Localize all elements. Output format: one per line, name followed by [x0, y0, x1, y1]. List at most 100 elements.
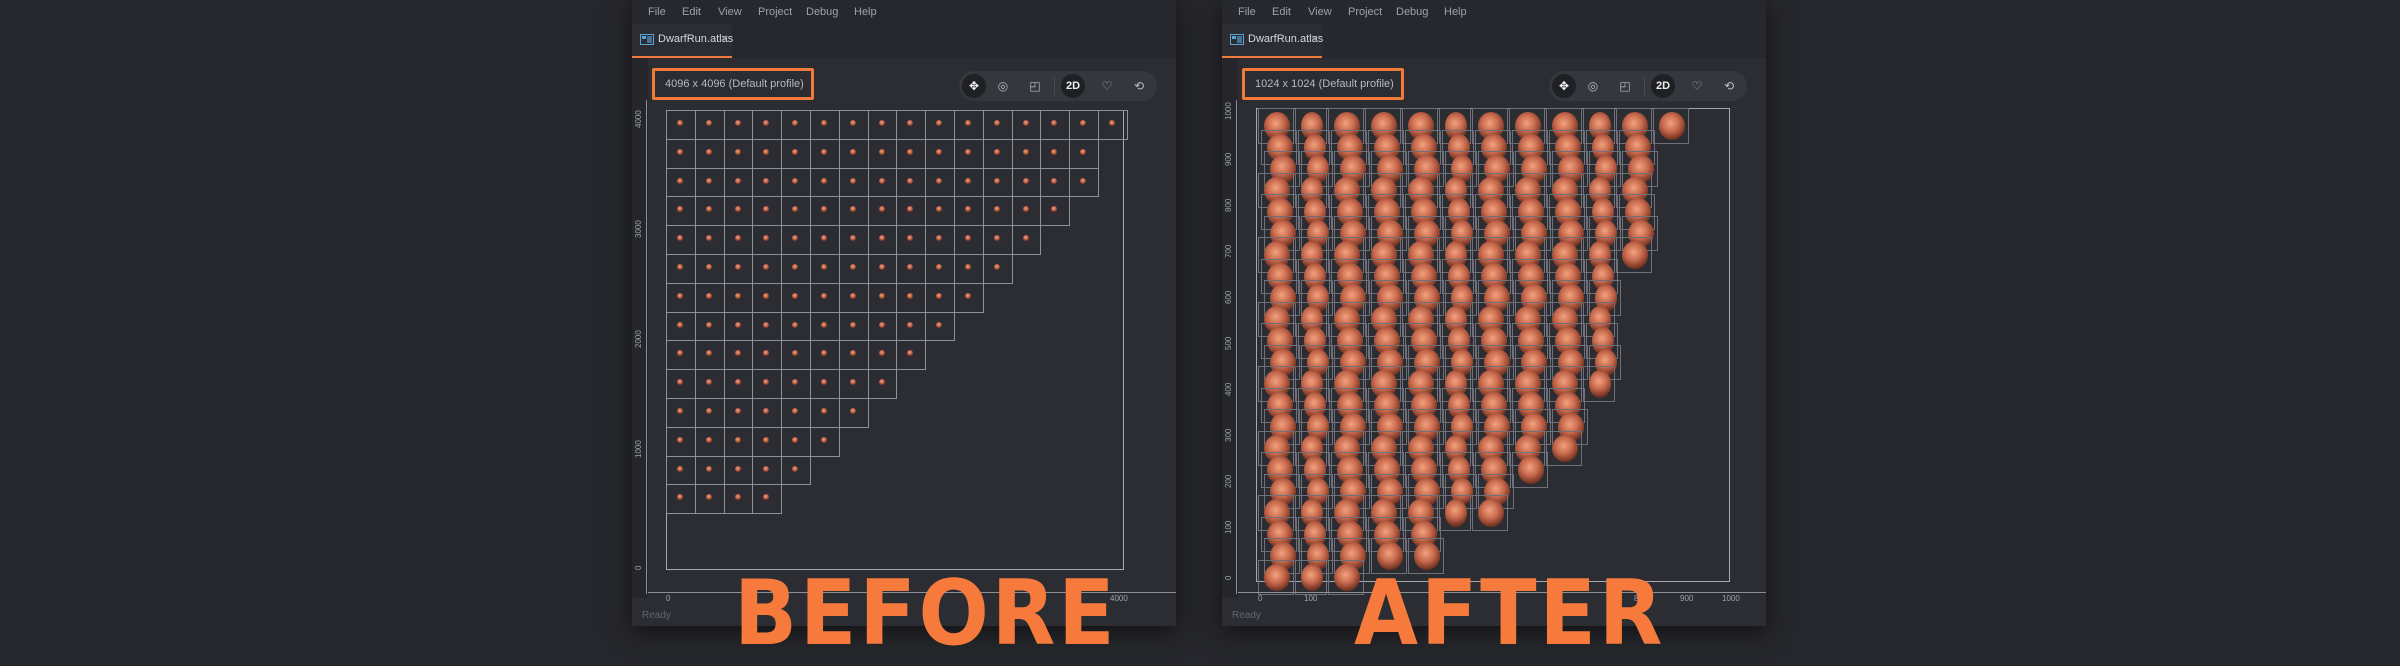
- menu-help[interactable]: Help: [1444, 6, 1467, 18]
- visibility-icon[interactable]: ♡: [1095, 74, 1119, 98]
- sprite-cell[interactable]: [810, 340, 840, 371]
- move-icon[interactable]: ✥: [1552, 74, 1576, 98]
- menu-debug[interactable]: Debug: [1396, 6, 1428, 18]
- sprite-cell[interactable]: [982, 138, 1013, 169]
- sprite-cell[interactable]: [954, 225, 984, 255]
- packed-sprite[interactable]: [1616, 237, 1652, 273]
- sprite-cell[interactable]: [982, 196, 1013, 227]
- sprite-cell[interactable]: [810, 311, 840, 342]
- sprite-cell[interactable]: [723, 426, 754, 457]
- close-icon[interactable]: ×: [720, 32, 729, 45]
- sprite-cell[interactable]: [752, 455, 783, 486]
- sprite-cell[interactable]: [752, 426, 783, 457]
- sprite-cell[interactable]: [752, 196, 783, 227]
- sprite-cell[interactable]: [838, 340, 869, 371]
- sprite-cell[interactable]: [810, 167, 840, 198]
- sprite-cell[interactable]: [1069, 110, 1099, 140]
- menu-file[interactable]: File: [648, 6, 666, 18]
- sprite-cell[interactable]: [925, 196, 955, 227]
- scale-icon[interactable]: ◰: [1613, 74, 1637, 98]
- sprite-cell[interactable]: [694, 167, 725, 198]
- sprite-cell[interactable]: [896, 196, 927, 227]
- sprite-cell[interactable]: [810, 138, 840, 169]
- sprite-cell[interactable]: [1011, 167, 1042, 198]
- sprite-cell[interactable]: [896, 282, 927, 313]
- sprite-cell[interactable]: [781, 110, 811, 140]
- menu-view[interactable]: View: [1308, 6, 1332, 18]
- sprite-cell[interactable]: [781, 369, 811, 399]
- sprite-cell[interactable]: [838, 225, 869, 255]
- sprite-cell[interactable]: [752, 110, 783, 140]
- sprite-cell[interactable]: [752, 225, 783, 255]
- sprite-cell[interactable]: [752, 398, 783, 428]
- sprite-cell[interactable]: [781, 340, 811, 371]
- sprite-cell[interactable]: [810, 282, 840, 313]
- sprite-cell[interactable]: [781, 311, 811, 342]
- sprite-cell[interactable]: [838, 167, 869, 198]
- sprite-cell[interactable]: [666, 455, 696, 486]
- sprite-cell[interactable]: [752, 282, 783, 313]
- packed-sprite[interactable]: [1258, 559, 1294, 595]
- sprite-cell[interactable]: [723, 254, 754, 284]
- camera-icon[interactable]: ⟲: [1717, 74, 1741, 98]
- sprite-cell[interactable]: [810, 225, 840, 255]
- rotate-icon[interactable]: ◎: [1581, 74, 1605, 98]
- sprite-cell[interactable]: [954, 282, 984, 313]
- sprite-cell[interactable]: [694, 225, 725, 255]
- close-icon[interactable]: ×: [1310, 32, 1319, 45]
- packed-sprite[interactable]: [1439, 495, 1471, 531]
- sprite-cell[interactable]: [867, 138, 898, 169]
- sprite-cell[interactable]: [982, 225, 1013, 255]
- sprite-cell[interactable]: [694, 455, 725, 486]
- menu-help[interactable]: Help: [854, 6, 877, 18]
- sprite-cell[interactable]: [925, 225, 955, 255]
- sprite-cell[interactable]: [925, 110, 955, 140]
- sprite-cell[interactable]: [1011, 138, 1042, 169]
- sprite-cell[interactable]: [925, 167, 955, 198]
- sprite-cell[interactable]: [694, 369, 725, 399]
- sprite-cell[interactable]: [694, 484, 725, 515]
- sprite-cell[interactable]: [925, 138, 955, 169]
- sprite-cell[interactable]: [752, 369, 783, 399]
- sprite-cell[interactable]: [666, 398, 696, 428]
- sprite-cell[interactable]: [752, 340, 783, 371]
- sprite-cell[interactable]: [810, 426, 840, 457]
- tab-dwarfrun-atlas[interactable]: DwarfRun.atlas ×: [1222, 24, 1323, 58]
- sprite-cell[interactable]: [723, 311, 754, 342]
- sprite-cell[interactable]: [810, 110, 840, 140]
- sprite-cell[interactable]: [982, 110, 1013, 140]
- sprite-cell[interactable]: [694, 138, 725, 169]
- sprite-cell[interactable]: [838, 254, 869, 284]
- sprite-cell[interactable]: [752, 484, 783, 515]
- sprite-cell[interactable]: [925, 282, 955, 313]
- camera-icon[interactable]: ⟲: [1127, 74, 1151, 98]
- sprite-cell[interactable]: [666, 311, 696, 342]
- sprite-cell[interactable]: [925, 254, 955, 284]
- sprite-cell[interactable]: [781, 138, 811, 169]
- sprite-cell[interactable]: [867, 167, 898, 198]
- visibility-icon[interactable]: ♡: [1685, 74, 1709, 98]
- sprite-cell[interactable]: [838, 196, 869, 227]
- sprite-cell[interactable]: [867, 340, 898, 371]
- sprite-cell[interactable]: [896, 110, 927, 140]
- menu-edit[interactable]: Edit: [682, 6, 701, 18]
- sprite-cell[interactable]: [896, 254, 927, 284]
- sprite-cell[interactable]: [838, 398, 869, 428]
- sprite-cell[interactable]: [925, 311, 955, 342]
- sprite-cell[interactable]: [838, 138, 869, 169]
- sprite-cell[interactable]: [1069, 167, 1099, 198]
- packed-sprite[interactable]: [1653, 108, 1689, 144]
- sprite-cell[interactable]: [896, 340, 927, 371]
- sprite-cell[interactable]: [781, 455, 811, 486]
- menu-project[interactable]: Project: [1348, 6, 1382, 18]
- sprite-cell[interactable]: [867, 311, 898, 342]
- sprite-cell[interactable]: [723, 455, 754, 486]
- atlas-viewport[interactable]: 1024 x 1024 (Default profile) ✥ ◎ ◰ 2D ♡…: [1222, 58, 1766, 598]
- sprite-cell[interactable]: [666, 225, 696, 255]
- sprite-cell[interactable]: [694, 110, 725, 140]
- sprite-cell[interactable]: [666, 340, 696, 371]
- packed-sprite[interactable]: [1472, 495, 1508, 531]
- sprite-cell[interactable]: [867, 196, 898, 227]
- atlas-viewport[interactable]: 4096 x 4096 (Default profile) ✥ ◎ ◰ 2D ♡…: [632, 58, 1176, 598]
- sprite-cell[interactable]: [781, 167, 811, 198]
